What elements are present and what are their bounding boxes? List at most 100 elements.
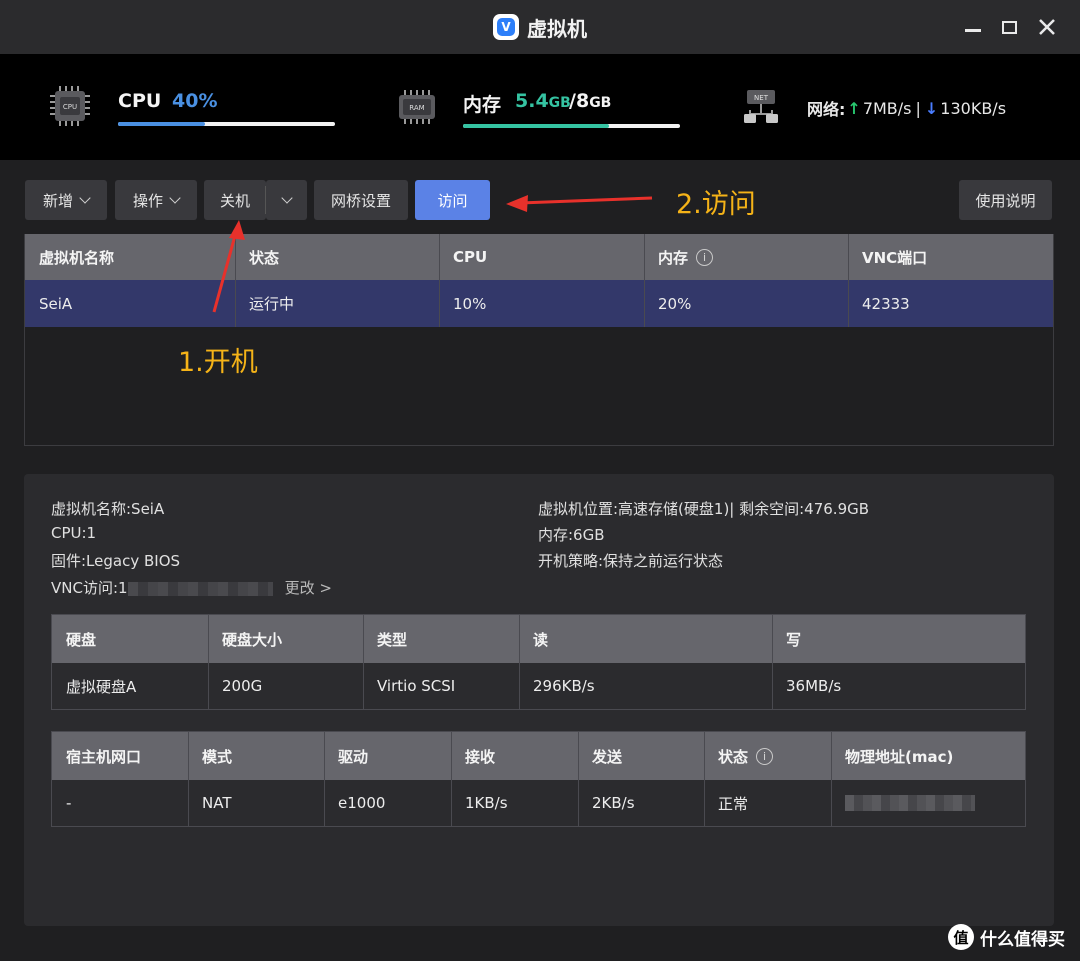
vnc-address-masked: [127, 581, 273, 596]
cpu-usage-fill: [118, 122, 205, 126]
detail-vnc: VNC访问:1 更改 >: [51, 577, 332, 598]
detail-boot-policy: 开机策略:保持之前运行状态: [538, 552, 724, 570]
column-divider: [519, 615, 520, 709]
ram-icon: RAM: [399, 90, 435, 124]
svg-text:RAM: RAM: [409, 104, 424, 112]
nic-col-mode: 模式: [202, 747, 233, 766]
info-icon[interactable]: i: [756, 747, 774, 765]
bridge-settings-button[interactable]: 网桥设置: [314, 180, 408, 220]
detail-location: 虚拟机位置:高速存储(硬盘1)| 剩余空间:476.9GB: [538, 500, 870, 518]
title-bar: V 虚拟机: [0, 0, 1080, 54]
column-divider: [363, 615, 364, 709]
disk-col-size: 硬盘大小: [222, 630, 283, 649]
disk-table: 硬盘 硬盘大小 类型 读 写 虚拟硬盘A 200G Virtio SCSI 29…: [51, 614, 1026, 710]
upload-arrow-icon: ↑: [847, 98, 861, 118]
actions-button-label: 操作: [132, 191, 163, 210]
vm-status-cell: 运行中: [249, 295, 295, 313]
chevron-down-icon: [79, 192, 91, 204]
cpu-label: CPU: [118, 90, 162, 112]
nic-table-header: 宿主机网口 模式 驱动 接收 发送 状态 i 物理地址(mac): [52, 732, 1025, 780]
svg-text:CPU: CPU: [63, 103, 77, 111]
vm-col-cpu: CPU: [453, 248, 488, 266]
disk-write-cell: 36MB/s: [786, 677, 842, 695]
nic-host-port-cell: -: [66, 794, 72, 812]
close-icon: [1039, 19, 1055, 35]
column-divider: [324, 732, 325, 826]
disk-read-cell: 296KB/s: [533, 677, 595, 695]
network-download: 130KB/s: [940, 98, 1007, 118]
detail-cpu: CPU:1: [51, 524, 97, 542]
visit-button[interactable]: 访问: [415, 180, 490, 220]
detail-memory: 内存:6GB: [538, 526, 605, 544]
shutdown-button[interactable]: 关机: [204, 180, 266, 220]
shutdown-dropdown-toggle[interactable]: [266, 180, 307, 220]
cpu-usage-bar: [118, 122, 335, 126]
nic-driver-cell: e1000: [338, 794, 386, 812]
watermark-text: 什么值得买: [980, 929, 1065, 950]
network-divider: |: [915, 98, 921, 118]
maximize-button[interactable]: [996, 14, 1022, 40]
table-row[interactable]: - NAT e1000 1KB/s 2KB/s 正常: [52, 780, 1025, 826]
column-divider: [644, 234, 645, 327]
minimize-button[interactable]: [960, 14, 986, 40]
memory-usage-bar: [463, 124, 680, 128]
table-row[interactable]: 虚拟硬盘A 200G Virtio SCSI 296KB/s 36MB/s: [52, 663, 1025, 709]
vm-table-header: 虚拟机名称 状态 CPU 内存 i VNC端口: [25, 234, 1053, 280]
vm-cpu-cell: 10%: [453, 294, 487, 313]
column-divider: [235, 234, 236, 327]
network-label: 网络:: [807, 100, 846, 119]
detail-vnc-label: VNC访问:1: [51, 579, 128, 597]
maximize-icon: [1001, 20, 1017, 34]
annotation-step1: 1.开机: [178, 347, 258, 378]
vm-memory-cell: 20%: [658, 294, 692, 313]
resource-stats-bar: CPU CPU 40% RAM 内存 5.4GB /8GB NET 网络: ↑ …: [0, 54, 1080, 160]
vm-col-vnc-port: VNC端口: [862, 248, 928, 267]
add-button-label: 新增: [42, 191, 73, 210]
table-row[interactable]: SeiA 运行中 10% 20% 42333: [25, 280, 1053, 327]
column-divider: [772, 615, 773, 709]
cpu-value: 40%: [172, 90, 218, 112]
disk-table-header: 硬盘 硬盘大小 类型 读 写: [52, 615, 1025, 663]
chevron-down-icon: [169, 192, 181, 204]
column-divider: [704, 732, 705, 826]
svg-text:NET: NET: [754, 94, 769, 102]
column-divider: [831, 732, 832, 826]
visit-button-label: 访问: [437, 191, 468, 210]
disk-col-write: 写: [786, 630, 802, 649]
annotation-step2: 2.访问: [676, 189, 756, 220]
watermark: 值 什么值得买: [948, 924, 1065, 950]
nic-receive-cell: 1KB/s: [465, 794, 508, 812]
info-icon[interactable]: i: [696, 248, 714, 266]
nic-mode-cell: NAT: [202, 794, 232, 812]
memory-used: 5.4GB: [515, 90, 571, 112]
disk-col-read: 读: [533, 630, 549, 649]
memory-label: 内存: [463, 94, 502, 116]
detail-vm-name: 虚拟机名称:SeiA: [51, 500, 165, 518]
vm-vnc-port-cell: 42333: [862, 294, 910, 313]
mac-address-masked: [845, 795, 975, 811]
memory-total: /8GB: [569, 90, 612, 112]
detail-firmware: 固件:Legacy BIOS: [51, 552, 181, 570]
vm-col-status: 状态: [249, 248, 280, 267]
memory-usage-fill: [463, 124, 610, 128]
shutdown-button-label: 关机: [219, 191, 250, 210]
column-divider: [439, 234, 440, 327]
column-divider: [451, 732, 452, 826]
actions-dropdown-button[interactable]: 操作: [115, 180, 197, 220]
close-button[interactable]: [1034, 14, 1060, 40]
help-button-label: 使用说明: [975, 191, 1036, 210]
column-divider: [848, 234, 849, 327]
disk-name-cell: 虚拟硬盘A: [66, 677, 137, 696]
disk-col-name: 硬盘: [66, 630, 97, 649]
nic-col-send: 发送: [592, 747, 623, 766]
vnc-change-link[interactable]: 更改 >: [285, 579, 332, 597]
disk-size-cell: 200G: [222, 677, 263, 695]
cpu-chip-icon: CPU: [50, 86, 90, 126]
help-button[interactable]: 使用说明: [959, 180, 1052, 220]
add-dropdown-button[interactable]: 新增: [25, 180, 107, 220]
column-divider: [208, 615, 209, 709]
app-logo-icon: V: [493, 14, 519, 40]
download-arrow-icon: ↓: [924, 98, 939, 118]
nic-col-status: 状态 i: [704, 732, 831, 780]
nic-table: 宿主机网口 模式 驱动 接收 发送 状态 i 物理地址(mac) - NAT e1…: [51, 731, 1026, 827]
